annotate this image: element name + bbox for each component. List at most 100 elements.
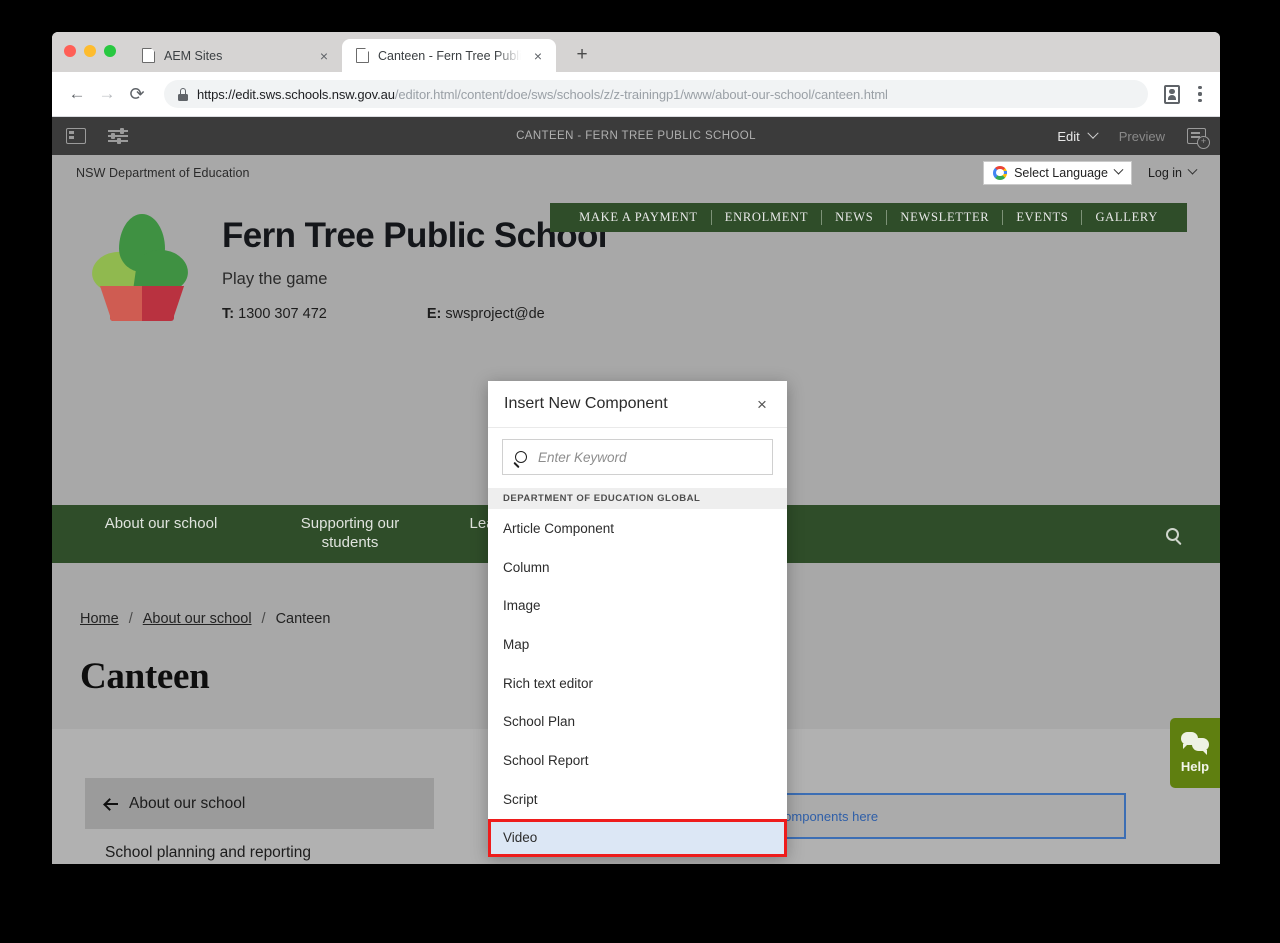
section-side-menu: About our school School planning and rep… [85, 778, 434, 864]
department-label: NSW Department of Education [76, 165, 250, 180]
language-selector[interactable]: Select Language [983, 160, 1132, 185]
component-item-map[interactable]: Map [488, 625, 787, 664]
component-item-script[interactable]: Script [488, 780, 787, 819]
breadcrumb-item-canteen: Canteen [275, 611, 331, 627]
school-contact: T: 1300 307 472 E: swsproject@de [222, 306, 607, 322]
quick-link-events[interactable]: EVENTS [1003, 210, 1081, 225]
doe-utility-bar: NSW Department of Education Select Langu… [52, 155, 1220, 190]
preview-button[interactable]: Preview [1119, 129, 1165, 144]
page-icon [142, 48, 155, 63]
dialog-header: Insert New Component × [488, 381, 787, 428]
quick-link-enrolment[interactable]: ENROLMENT [712, 210, 821, 225]
component-item-image[interactable]: Image [488, 586, 787, 625]
search-placeholder: Enter Keyword [538, 449, 627, 465]
maximize-window-button[interactable] [104, 45, 116, 57]
phone-value: 1300 307 472 [238, 305, 327, 322]
insert-new-component-dialog: Insert New Component × Enter Keyword DEP… [488, 381, 787, 857]
window-traffic-lights [64, 45, 116, 57]
close-icon[interactable]: × [753, 396, 771, 413]
language-label: Select Language [1014, 165, 1108, 180]
chevron-down-icon [1087, 127, 1099, 139]
help-label: Help [1180, 759, 1210, 774]
url-path: /editor.html/content/doe/sws/schools/z/z… [394, 86, 888, 102]
url-text: https://edit.sws.schools.nsw.gov.au/edit… [197, 87, 888, 102]
email-row: E: swsproject@de [427, 306, 545, 322]
close-window-button[interactable] [64, 45, 76, 57]
utility-actions: Select Language Log in [983, 160, 1198, 185]
annotate-icon[interactable] [1187, 128, 1210, 149]
reload-button[interactable]: ⟳ [122, 79, 152, 109]
component-item-school-report[interactable]: School Report [488, 741, 787, 780]
sidebar-item-label: About our school [129, 794, 246, 812]
browser-tab-canteen[interactable]: Canteen - Fern Tree Public Sch × [342, 39, 556, 72]
url-bar[interactable]: https://edit.sws.schools.nsw.gov.au/edit… [164, 80, 1148, 108]
nav-item-about-our-school[interactable]: About our school [52, 515, 270, 553]
new-tab-button[interactable]: + [568, 41, 596, 69]
page-properties-icon[interactable] [108, 127, 128, 144]
close-icon[interactable]: × [316, 48, 332, 64]
aem-editor-toolbar: CANTEEN - FERN TREE PUBLIC SCHOOL Edit P… [52, 117, 1220, 155]
email-label: E: [426, 305, 442, 322]
tab-title: AEM Sites [164, 48, 223, 63]
dialog-title: Insert New Component [504, 395, 668, 412]
sidebar-item-about-our-school[interactable]: About our school [85, 778, 434, 829]
component-item-rich-text-editor[interactable]: Rich text editor [488, 664, 787, 703]
breadcrumb-separator: / [261, 611, 266, 627]
side-panel-toggle-icon[interactable] [66, 128, 86, 144]
phone-label: T: [222, 305, 235, 322]
school-motto: Play the game [222, 269, 328, 288]
nav-item-supporting-our-students[interactable]: Supporting our students [270, 515, 430, 553]
google-icon [993, 165, 1008, 180]
tab-title: Canteen - Fern Tree Public Sch [378, 48, 521, 63]
login-button[interactable]: Log in [1147, 164, 1198, 180]
forward-button[interactable]: → [92, 79, 122, 109]
aem-page-title: CANTEEN - FERN TREE PUBLIC SCHOOL [516, 130, 756, 142]
search-icon [515, 451, 527, 463]
browser-window: AEM Sites × Canteen - Fern Tree Public S… [52, 32, 1220, 864]
quick-link-make-a-payment[interactable]: MAKE A PAYMENT [566, 210, 711, 225]
quick-link-gallery[interactable]: GALLERY [1082, 210, 1171, 225]
edit-mode-label: Edit [1057, 128, 1080, 144]
browser-actions [1156, 84, 1210, 104]
component-list: Article Component Column Image Map Rich … [488, 509, 787, 857]
chat-bubble-icon [1181, 732, 1209, 755]
sidebar-item-label: School planning and reporting [105, 844, 311, 861]
help-widget-button[interactable]: Help [1170, 718, 1220, 788]
dialog-search-area: Enter Keyword [488, 428, 787, 488]
url-host: https://edit.sws.schools.nsw.gov.au [197, 86, 395, 102]
chrome-menu-icon[interactable] [1190, 86, 1210, 102]
component-group-header: DEPARTMENT OF EDUCATION GLOBAL [488, 488, 787, 509]
minimize-window-button[interactable] [84, 45, 96, 57]
aem-toolbar-left [66, 127, 128, 144]
profile-icon[interactable] [1164, 84, 1180, 104]
email-value: swsproject@de [445, 305, 545, 322]
component-item-school-plan[interactable]: School Plan [488, 702, 787, 741]
chevron-down-icon [1187, 164, 1198, 175]
sidebar-item-school-planning-and-reporting[interactable]: School planning and reporting [85, 829, 434, 864]
browser-tab-aem-sites[interactable]: AEM Sites × [128, 39, 342, 72]
school-logo-icon [88, 212, 196, 321]
login-label: Log in [1147, 165, 1182, 180]
component-item-article-component[interactable]: Article Component [488, 509, 787, 548]
arrow-left-icon [105, 797, 118, 810]
quick-links-bar: MAKE A PAYMENT ENROLMENT NEWS NEWSLETTER… [550, 203, 1187, 232]
search-icon [1165, 527, 1179, 541]
close-icon[interactable]: × [530, 48, 546, 64]
chevron-down-icon [1113, 164, 1124, 175]
page-canvas: NSW Department of Education Select Langu… [52, 155, 1220, 864]
page-icon [356, 48, 369, 63]
phone-row: T: 1300 307 472 [222, 306, 327, 322]
search-input[interactable]: Enter Keyword [502, 439, 773, 475]
breadcrumb-item-home[interactable]: Home [80, 611, 119, 627]
component-item-video[interactable]: Video [488, 818, 787, 857]
site-search-button[interactable] [1124, 527, 1220, 541]
back-button[interactable]: ← [62, 79, 92, 109]
breadcrumb-item-about-our-school[interactable]: About our school [143, 611, 252, 627]
component-item-column[interactable]: Column [488, 548, 787, 587]
breadcrumb-separator: / [128, 611, 133, 627]
edit-mode-selector[interactable]: Edit [1057, 127, 1099, 144]
quick-link-news[interactable]: NEWS [822, 210, 886, 225]
quick-link-newsletter[interactable]: NEWSLETTER [887, 210, 1002, 225]
browser-tab-strip: AEM Sites × Canteen - Fern Tree Public S… [52, 32, 1220, 72]
aem-toolbar-right: Edit Preview [1057, 127, 1210, 149]
